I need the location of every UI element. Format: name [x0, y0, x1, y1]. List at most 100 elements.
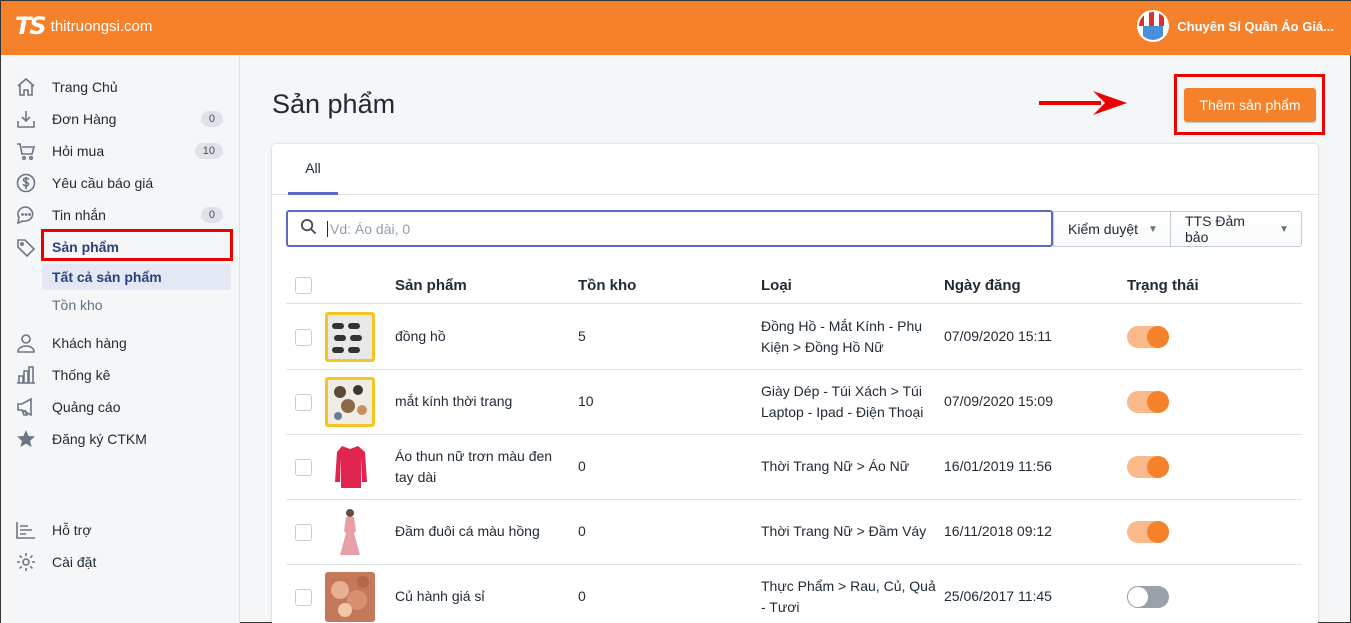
column-header-product[interactable]: Sản phẩm	[395, 277, 467, 294]
sidebar-item-label: Cài đặt	[52, 554, 97, 570]
product-name-line: Áo thun nữ trơn màu đen	[395, 448, 553, 464]
tab-all[interactable]: All	[288, 144, 338, 195]
star-icon	[15, 428, 37, 450]
search-icon	[300, 218, 317, 240]
product-name[interactable]: Áo thun nữ trơn màu đen tay dài	[395, 446, 552, 488]
tab-bar: All	[272, 144, 1318, 195]
guarantee-filter-dropdown[interactable]: TTS Đảm bảo ▼	[1170, 211, 1302, 247]
product-category: Thời Trang Nữ > Áo Nữ	[761, 458, 910, 474]
category-line: - Tươi	[761, 599, 800, 615]
add-product-button[interactable]: Thêm sản phẩm	[1184, 88, 1316, 122]
product-name[interactable]: Củ hành giá sỉ	[395, 586, 485, 607]
support-icon	[15, 519, 37, 541]
category-line: Kiện > Đồng Hồ Nữ	[761, 339, 884, 355]
sidebar-item-support[interactable]: Hỗ trợ	[15, 518, 225, 542]
select-all-checkbox[interactable]	[295, 277, 312, 294]
status-toggle[interactable]	[1127, 456, 1169, 478]
avatar	[1137, 10, 1170, 42]
toggle-knob	[1147, 456, 1169, 478]
product-stock: 5	[578, 328, 586, 344]
category-line: Đồng Hồ - Mắt Kính - Phụ	[761, 318, 923, 334]
arrow-right-icon	[1039, 91, 1127, 115]
product-thumbnail[interactable]	[325, 572, 375, 622]
sidebar-item-label: Hỏi mua	[52, 143, 105, 159]
toggle-knob	[1147, 326, 1169, 348]
toggle-knob	[1147, 391, 1169, 413]
column-header-stock[interactable]: Tồn kho	[578, 277, 636, 294]
logo[interactable]: TS thitruongsi.com	[15, 12, 152, 40]
buy-requests-count-badge: 10	[194, 143, 223, 159]
product-thumbnail[interactable]	[325, 377, 375, 427]
column-header-category[interactable]: Loại	[761, 277, 792, 294]
megaphone-icon	[15, 396, 37, 418]
sidebar-item-home[interactable]: Trang Chủ	[15, 75, 225, 99]
product-name[interactable]: đồng hồ	[395, 326, 446, 347]
highlight-products	[41, 229, 233, 261]
sidebar-item-statistics[interactable]: Thống kê	[15, 363, 225, 387]
products-card: All Kiểm duyệt ▼ TTS Đảm bảo ▼ Sản phẩm …	[272, 144, 1318, 623]
sidebar-item-ads[interactable]: Quảng cáo	[15, 395, 225, 419]
status-toggle[interactable]	[1127, 391, 1169, 413]
sidebar-item-customers[interactable]: Khách hàng	[15, 331, 225, 355]
shop-account[interactable]: Chuyên Sỉ Quần Áo Giá...	[1137, 10, 1334, 42]
divider	[286, 499, 1302, 500]
row-checkbox[interactable]	[295, 589, 312, 606]
product-stock: 10	[578, 393, 594, 409]
sidebar-item-promotions[interactable]: Đăng ký CTKM	[15, 427, 225, 451]
inbox-download-icon	[15, 108, 37, 130]
product-date: 07/09/2020 15:09	[944, 393, 1053, 409]
sidebar-item-settings[interactable]: Cài đặt	[15, 550, 225, 574]
column-header-status[interactable]: Trạng thái	[1127, 277, 1199, 294]
status-toggle[interactable]	[1127, 326, 1169, 348]
status-toggle[interactable]	[1127, 521, 1169, 543]
product-thumbnail[interactable]	[325, 312, 375, 362]
product-stock: 0	[578, 523, 586, 539]
review-filter-dropdown[interactable]: Kiểm duyệt ▼	[1053, 211, 1171, 247]
product-stock: 0	[578, 458, 586, 474]
dollar-icon	[15, 172, 37, 194]
product-name[interactable]: Đầm đuôi cá màu hồng	[395, 521, 540, 542]
product-stock: 0	[578, 588, 586, 604]
sidebar-item-label: Thống kê	[52, 367, 111, 383]
status-toggle[interactable]	[1127, 586, 1169, 608]
product-thumbnail[interactable]	[325, 442, 375, 492]
orders-count-badge: 0	[200, 111, 223, 127]
cart-icon	[15, 140, 37, 162]
sidebar-subitem-stock[interactable]: Tồn kho	[42, 292, 231, 318]
product-category: Đồng Hồ - Mắt Kính - Phụ Kiện > Đồng Hồ …	[761, 316, 922, 358]
row-checkbox[interactable]	[295, 394, 312, 411]
messages-count-badge: 0	[200, 207, 223, 223]
row-checkbox[interactable]	[295, 329, 312, 346]
sidebar-item-quote-requests[interactable]: Yêu cầu báo giá	[15, 171, 225, 195]
product-date: 07/09/2020 15:11	[944, 328, 1052, 344]
search-input[interactable]	[327, 220, 927, 237]
sidebar-item-label: Tin nhắn	[52, 207, 106, 223]
sidebar-item-orders[interactable]: Đơn Hàng 0	[15, 107, 225, 131]
caret-down-icon: ▼	[1279, 223, 1289, 235]
product-name[interactable]: mắt kính thời trang	[395, 391, 512, 412]
divider	[286, 303, 1302, 304]
bar-chart-icon	[15, 364, 37, 386]
row-checkbox[interactable]	[295, 459, 312, 476]
logo-text: thitruongsi.com	[50, 17, 153, 35]
sidebar-item-label: Khách hàng	[52, 335, 127, 351]
sidebar-item-buy-requests[interactable]: Hỏi mua 10	[15, 139, 225, 163]
sidebar-item-messages[interactable]: Tin nhắn 0	[15, 203, 225, 227]
guarantee-filter-label: TTS Đảm bảo	[1185, 213, 1245, 245]
sidebar-item-label: Yêu cầu báo giá	[52, 175, 154, 191]
product-category: Thời Trang Nữ > Đầm Váy	[761, 523, 927, 539]
column-header-date[interactable]: Ngày đăng	[944, 277, 1021, 294]
sidebar-item-label: Hỗ trợ	[52, 522, 92, 538]
sidebar-item-label: Trang Chủ	[52, 79, 118, 95]
divider	[286, 369, 1302, 370]
sidebar-subitem-all-products[interactable]: Tất cả sản phẩm	[42, 264, 231, 290]
gear-icon	[15, 551, 37, 573]
home-icon	[15, 76, 37, 98]
product-date: 16/01/2019 11:56	[944, 458, 1052, 474]
row-checkbox[interactable]	[295, 524, 312, 541]
search-box[interactable]	[286, 210, 1053, 247]
sidebar-subitem-label: Tồn kho	[52, 297, 103, 313]
sidebar-item-label: Đăng ký CTKM	[52, 431, 147, 447]
divider	[286, 564, 1302, 565]
product-thumbnail[interactable]	[325, 507, 375, 557]
